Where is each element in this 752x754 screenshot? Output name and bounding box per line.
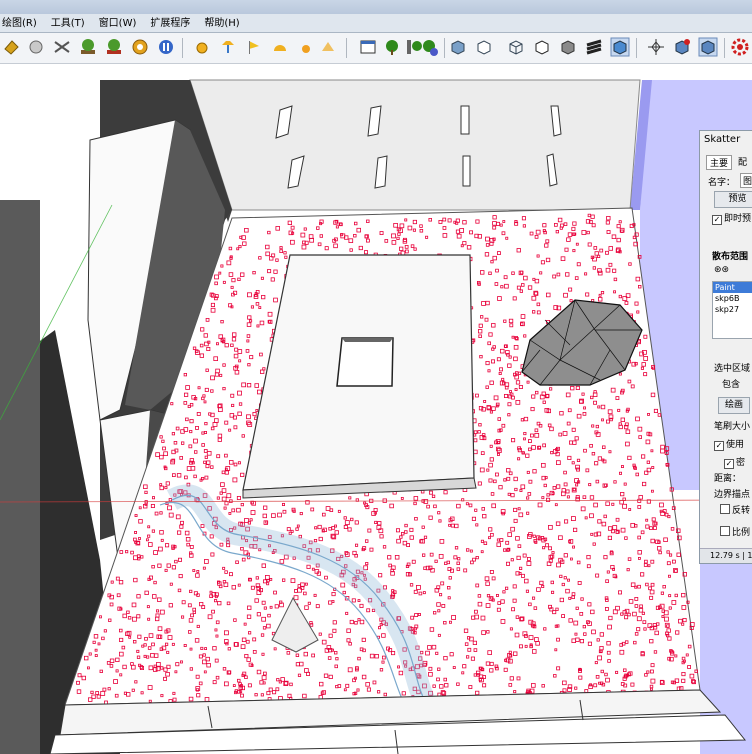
toolbar [0,33,752,64]
flag-icon[interactable] [244,37,264,57]
menu-window[interactable]: 窗口(W) [99,16,137,32]
sphere-icon[interactable] [26,37,46,57]
platform-hole [336,337,394,387]
tree-paint-icon[interactable] [104,37,124,57]
skatter-panel: Skatter 主要 配 名字： 图 预览 ✓ 即时预 散布范围 ⊛⊛ Paint… [699,130,752,564]
tab-config[interactable]: 配 [738,155,747,168]
cube-red-icon[interactable] [672,37,692,57]
scatter-range-list[interactable]: Paint skp6B skp27 [712,281,752,339]
red-gear-icon[interactable] [730,37,750,57]
list-item[interactable]: Paint [713,282,752,293]
scatter-range-label: 散布范围 [712,252,749,262]
3d-viewport[interactable] [0,64,752,754]
tab-main[interactable]: 主要 [706,155,733,170]
toolbar-separator [182,38,183,58]
list-item[interactable]: skp27 [713,304,752,315]
box-flat-icon[interactable] [532,37,552,57]
preview-button[interactable]: 预览 [714,191,752,208]
box-highlight-icon[interactable] [610,37,630,57]
toolbar-separator [636,38,637,58]
ratio-checkbox[interactable] [720,526,730,536]
name-label: 名字： [708,178,736,188]
box-blue-icon[interactable] [448,37,468,57]
menu-extensions[interactable]: 扩展程序 [150,16,190,32]
paint-bucket-icon[interactable] [2,37,22,57]
menu-help[interactable]: 帮助(H) [204,16,239,32]
distance-label: 距离： [714,474,742,484]
stack-icon[interactable] [584,37,604,57]
menu-items: 绘图(R) 工具(T) 窗口(W) 扩展程序 帮助(H) [0,16,240,32]
toolbar-separator [444,38,445,58]
link-icons[interactable]: ⊛⊛ [714,265,729,275]
menu-tools[interactable]: 工具(T) [51,16,85,32]
invert-label: 反转 [732,506,751,516]
use-checkbox[interactable]: ✓ [714,441,724,451]
browser-tab-strip [0,0,752,14]
dome-icon[interactable] [270,37,290,57]
box-gray-icon[interactable] [558,37,578,57]
realtime-checkbox[interactable]: ✓ [712,215,722,225]
tree-green-icon[interactable] [382,37,402,57]
box-wire-icon[interactable] [506,37,526,57]
realtime-label: 即时预 [724,214,752,224]
box-outline-icon[interactable] [474,37,494,57]
invert-checkbox[interactable] [720,504,730,514]
selected-area-label: 选中区域 [714,364,751,374]
cube-select-icon[interactable] [698,37,718,57]
tree-blue-icon[interactable] [420,37,440,57]
ratio-label: 比例 [732,528,751,538]
density-checkbox[interactable]: ✓ [724,459,734,469]
skatter-title: Skatter [704,134,741,145]
name-input[interactable]: 图 [740,173,752,188]
gear-target-icon[interactable] [130,37,150,57]
menu-draw[interactable]: 绘图(R) [2,16,37,32]
edge-points-label: 边界描点 [714,490,751,500]
ball-yellow-icon[interactable] [192,37,212,57]
density-label: 密 [736,458,746,468]
brush-size-label: 笔刷大小 [714,422,751,432]
ball-white-icon[interactable] [318,37,338,57]
back-wall [189,79,641,211]
toolbar-separator [346,38,347,58]
paint-button[interactable]: 绘画 [718,397,750,414]
compass-icon[interactable] [646,37,666,57]
pause-icon[interactable] [156,37,176,57]
scissors-icon[interactable] [52,37,72,57]
toolbar-separator [724,38,725,58]
ball-orange-icon[interactable] [296,37,316,57]
lamp-icon[interactable] [218,37,238,57]
list-item[interactable]: skp6B [713,293,752,304]
window-icon[interactable] [358,37,378,57]
use-label: 使用 [726,440,745,450]
menu-bar: 绘图(R) 工具(T) 窗口(W) 扩展程序 帮助(H) [0,0,752,33]
include-label[interactable]: 包含 [722,377,740,390]
status-bar: 12.79 s | 10 [700,548,752,563]
tree-plant-icon[interactable] [78,37,98,57]
